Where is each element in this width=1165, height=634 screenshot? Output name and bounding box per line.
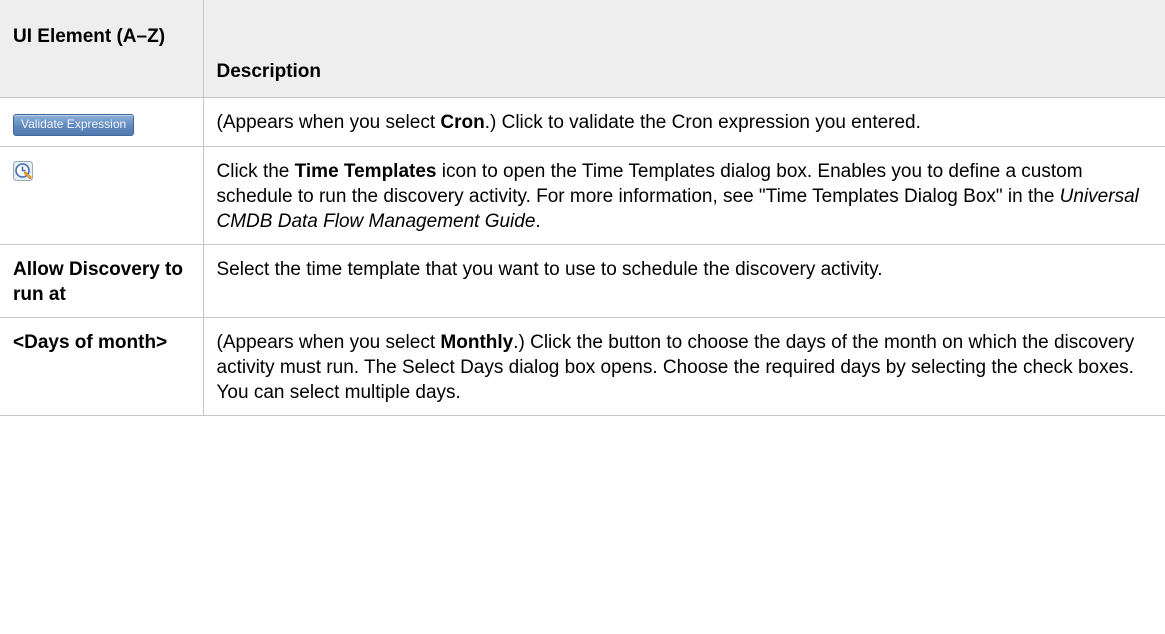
element-cell: Validate Expression	[0, 97, 204, 147]
desc-bold: Cron	[440, 112, 485, 133]
description-cell: Select the time template that you want t…	[202, 244, 1165, 318]
header-ui-element: UI Element (A–Z)	[0, 0, 204, 98]
table-row: Validate Expression (Appears when you se…	[0, 97, 1165, 147]
table-header-row: UI Element (A–Z) Description	[0, 0, 1165, 98]
table-row: Click the Time Templates icon to open th…	[0, 146, 1165, 245]
time-templates-icon[interactable]	[13, 161, 33, 181]
clock-icon	[13, 161, 33, 181]
ui-elements-table: UI Element (A–Z) Description Validate Ex…	[0, 0, 1165, 416]
validate-expression-button[interactable]: Validate Expression	[13, 114, 135, 136]
desc-text: .) Click to validate the Cron expression…	[484, 112, 921, 133]
desc-text: Click the	[216, 161, 295, 182]
table-row: Allow Discovery to run at Select the tim…	[0, 244, 1165, 318]
element-cell	[0, 146, 204, 245]
description-cell: (Appears when you select Monthly.) Click…	[202, 317, 1165, 416]
table-row: <Days of month> (Appears when you select…	[0, 317, 1165, 416]
desc-bold: Monthly	[440, 332, 514, 353]
description-cell: (Appears when you select Cron.) Click to…	[202, 97, 1165, 147]
element-name: <Days of month>	[0, 317, 204, 416]
desc-text: Select the time template that you want t…	[216, 259, 883, 280]
header-description: Description	[202, 0, 1165, 98]
description-cell: Click the Time Templates icon to open th…	[202, 146, 1165, 245]
desc-bold: Time Templates	[294, 161, 437, 182]
desc-text: (Appears when you select	[216, 112, 441, 133]
desc-text: .	[535, 211, 541, 232]
element-name: Allow Discovery to run at	[0, 244, 204, 318]
desc-text: (Appears when you select	[216, 332, 441, 353]
